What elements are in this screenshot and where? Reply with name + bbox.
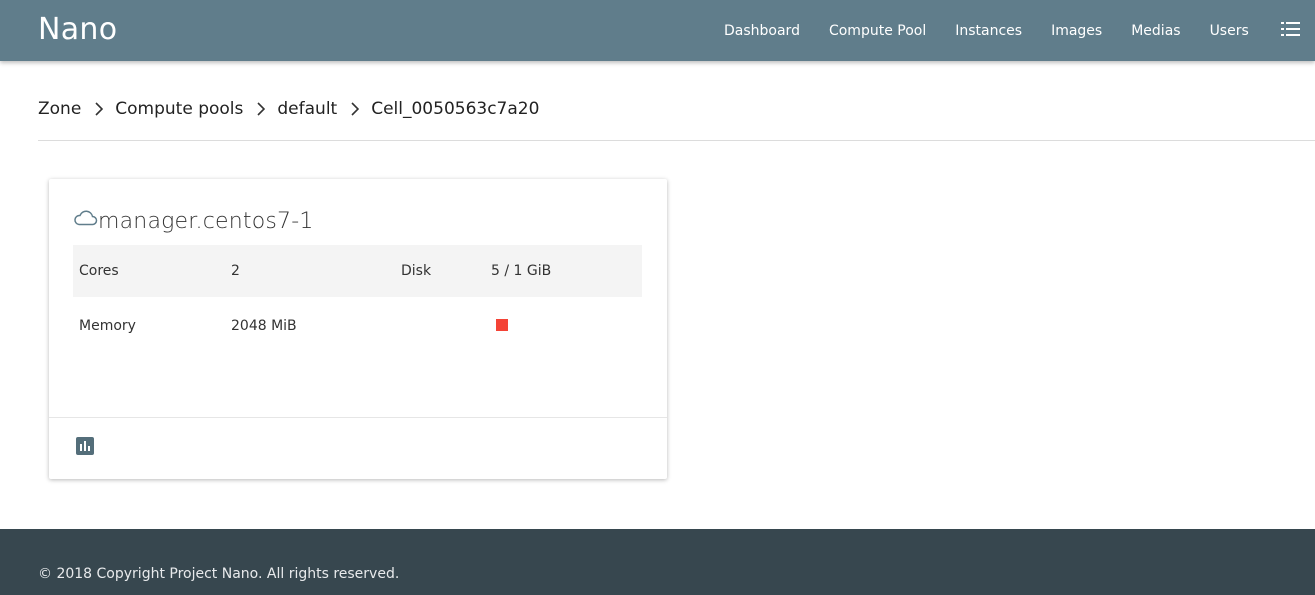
instance-name: manager.centos7-1 xyxy=(98,209,314,234)
brand-logo[interactable]: Nano xyxy=(38,12,117,47)
instance-info-table: Cores 2 Disk 5 / 1 GiB Memory 2048 MiB xyxy=(73,245,642,355)
chevron-right-icon xyxy=(81,99,115,119)
copyright-text: © 2018 Copyright Project Nano. All right… xyxy=(38,566,400,582)
nav-dashboard[interactable]: Dashboard xyxy=(724,23,800,39)
memory-value: 2048 MiB xyxy=(231,318,297,334)
disk-label: Disk xyxy=(401,263,432,279)
nav-images[interactable]: Images xyxy=(1051,23,1102,39)
list-menu-icon[interactable] xyxy=(1281,22,1300,36)
breadcrumb-divider xyxy=(38,140,1315,141)
cores-label: Cores xyxy=(79,263,119,279)
table-row: Memory 2048 MiB xyxy=(73,297,642,355)
instance-title: manager.centos7-1 xyxy=(73,209,314,235)
nav-compute-pool[interactable]: Compute Pool xyxy=(829,23,926,39)
main-nav: Dashboard Compute Pool Instances Images … xyxy=(724,0,1278,61)
nav-users[interactable]: Users xyxy=(1210,23,1249,39)
breadcrumb-zone[interactable]: Zone xyxy=(38,99,81,119)
breadcrumb-default[interactable]: default xyxy=(277,99,337,119)
chevron-right-icon xyxy=(337,99,371,119)
breadcrumb: Zone Compute pools default Cell_0050563c… xyxy=(38,96,539,122)
memory-label: Memory xyxy=(79,318,136,334)
nav-instances[interactable]: Instances xyxy=(955,23,1022,39)
page-footer: © 2018 Copyright Project Nano. All right… xyxy=(0,529,1315,595)
status-indicator xyxy=(496,319,508,331)
chevron-right-icon xyxy=(243,99,277,119)
breadcrumb-compute-pools[interactable]: Compute pools xyxy=(115,99,243,119)
top-navbar: Nano Dashboard Compute Pool Instances Im… xyxy=(0,0,1315,61)
cloud-outline-icon xyxy=(74,210,98,226)
instance-card: manager.centos7-1 Cores 2 Disk 5 / 1 GiB… xyxy=(49,179,667,479)
nav-medias[interactable]: Medias xyxy=(1131,23,1180,39)
cores-value: 2 xyxy=(231,263,240,279)
breadcrumb-cell: Cell_0050563c7a20 xyxy=(371,99,540,119)
bar-chart-icon[interactable] xyxy=(76,437,94,455)
disk-value: 5 / 1 GiB xyxy=(491,263,552,279)
card-divider xyxy=(49,417,667,418)
table-row: Cores 2 Disk 5 / 1 GiB xyxy=(73,245,642,297)
